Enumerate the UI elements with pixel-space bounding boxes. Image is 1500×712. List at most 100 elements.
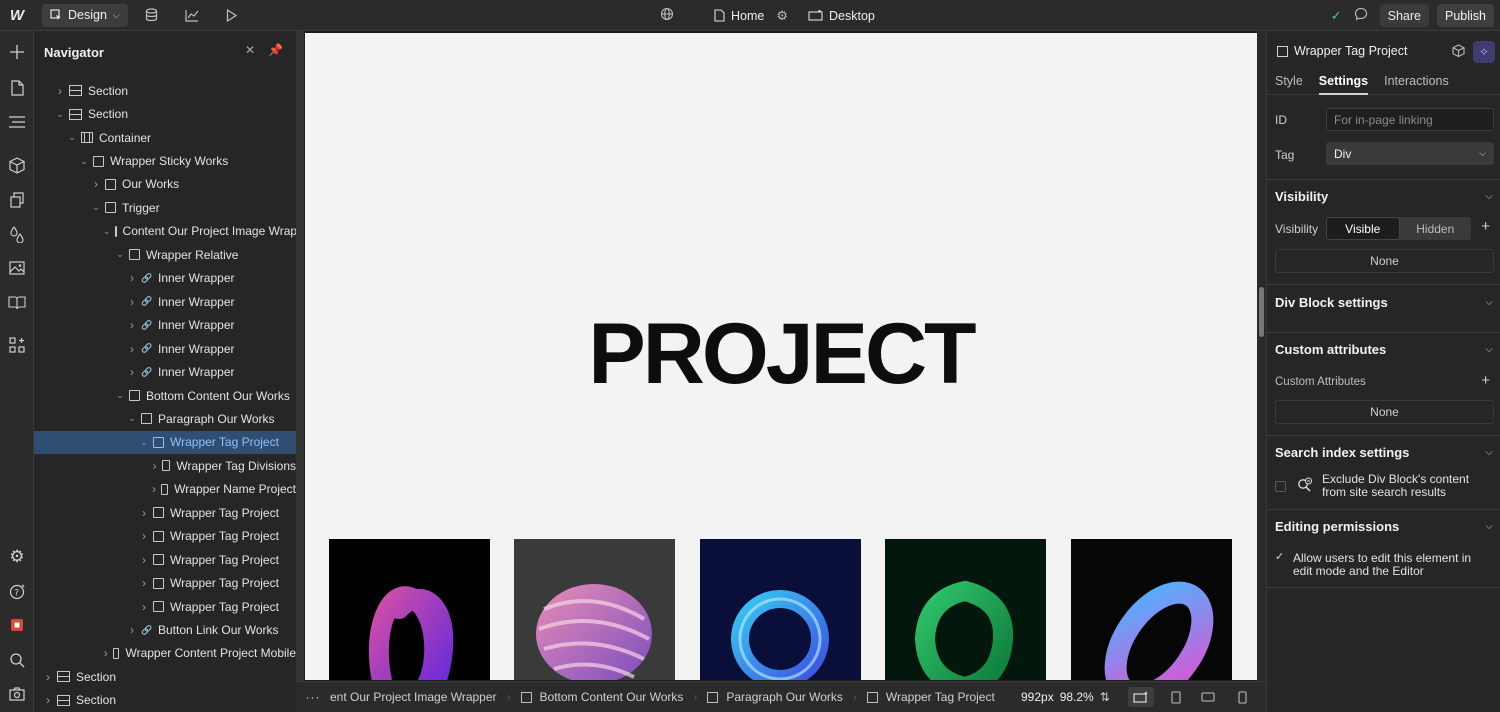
caret-right-icon[interactable]: › xyxy=(139,506,149,520)
visibility-visible-option[interactable]: Visible xyxy=(1326,217,1400,240)
cms-book-icon[interactable] xyxy=(0,288,34,316)
caret-right-icon[interactable]: › xyxy=(55,84,65,98)
navigator-row[interactable]: ⌄ Trigger xyxy=(34,196,296,219)
canvas-size-readout[interactable]: 992px 98.2% ⇅ xyxy=(1021,682,1110,712)
assets-image-icon[interactable] xyxy=(0,254,34,282)
breadcrumb-item[interactable]: ent Our Project Image Wrapper xyxy=(330,690,507,704)
caret-right-icon[interactable]: › xyxy=(139,576,149,590)
navigator-row[interactable]: › 🔗 Button Link Our Works xyxy=(34,618,296,641)
search-index-header[interactable]: Search index settings ⌵ xyxy=(1267,435,1500,469)
apps-grid-icon[interactable] xyxy=(0,331,34,359)
caret-right-icon[interactable]: › xyxy=(127,318,137,332)
navigator-row[interactable]: ⌄ Wrapper Relative xyxy=(34,243,296,266)
navigator-row[interactable]: › Our Works xyxy=(34,173,296,196)
navigator-row[interactable]: › Wrapper Name Project xyxy=(34,478,296,501)
ai-assistant-sparkle-icon[interactable]: ✧ xyxy=(1473,41,1495,63)
caret-right-icon[interactable]: › xyxy=(151,482,157,496)
preview-play-icon[interactable] xyxy=(212,0,252,31)
page-selector[interactable]: Home xyxy=(714,9,764,23)
navigator-row[interactable]: › Section xyxy=(34,665,296,688)
project-card-image[interactable] xyxy=(700,539,861,680)
editing-permissions-header[interactable]: Editing permissions ⌵ xyxy=(1267,509,1500,543)
navigator-icon[interactable] xyxy=(0,108,34,136)
component-cube-icon[interactable] xyxy=(1452,44,1465,60)
caret-down-icon[interactable]: ⌄ xyxy=(55,109,65,120)
caret-right-icon[interactable]: › xyxy=(139,529,149,543)
breadcrumb-item[interactable]: Wrapper Tag Project xyxy=(857,690,1005,704)
navigator-row[interactable]: › Section xyxy=(34,79,296,102)
navigator-row[interactable]: ⌄ Section xyxy=(34,102,296,125)
custom-attributes-box[interactable]: None xyxy=(1275,400,1494,424)
desktop-star-breakpoint-icon[interactable] xyxy=(1128,687,1154,707)
caret-down-icon[interactable]: ⌄ xyxy=(91,202,101,213)
canvas-scroll-thumb[interactable] xyxy=(1259,287,1264,337)
custom-attributes-header[interactable]: Custom attributes ⌵ xyxy=(1267,332,1500,366)
visibility-hidden-option[interactable]: Hidden xyxy=(1400,217,1472,240)
webflow-logo[interactable]: W xyxy=(0,0,34,31)
settings-gear-icon[interactable]: ⚙ xyxy=(0,543,34,571)
navigator-row[interactable]: › Wrapper Tag Project xyxy=(34,525,296,548)
navigator-row[interactable]: › Wrapper Tag Project xyxy=(34,501,296,524)
help-icon[interactable]: ? xyxy=(0,577,34,605)
record-stop-icon[interactable] xyxy=(0,611,34,639)
navigator-row[interactable]: › Wrapper Tag Project xyxy=(34,571,296,594)
caret-right-icon[interactable]: › xyxy=(127,271,137,285)
globe-icon[interactable] xyxy=(660,7,674,24)
caret-right-icon[interactable]: › xyxy=(139,553,149,567)
navigator-row[interactable]: › Section xyxy=(34,689,296,712)
navigator-row[interactable]: › Wrapper Tag Project xyxy=(34,548,296,571)
navigator-row[interactable]: ⌄ Content Our Project Image Wrapper xyxy=(34,220,296,243)
caret-right-icon[interactable]: › xyxy=(127,623,137,637)
comments-icon[interactable] xyxy=(1354,7,1368,24)
add-attribute-plus-icon[interactable]: + xyxy=(1481,372,1490,389)
id-input[interactable]: For in-page linking xyxy=(1326,108,1494,131)
analytics-icon[interactable] xyxy=(172,0,212,31)
navigator-row[interactable]: ⌄ Wrapper Sticky Works xyxy=(34,149,296,172)
navigator-row[interactable]: › 🔗 Inner Wrapper xyxy=(34,267,296,290)
components-icon[interactable] xyxy=(0,151,34,179)
tab-settings[interactable]: Settings xyxy=(1318,74,1369,95)
navigator-row[interactable]: › 🔗 Inner Wrapper xyxy=(34,314,296,337)
navigator-scrollbar[interactable] xyxy=(296,31,304,681)
caret-right-icon[interactable]: › xyxy=(139,600,149,614)
styles-drops-icon[interactable] xyxy=(0,220,34,248)
caret-right-icon[interactable]: › xyxy=(151,459,158,473)
pages-icon[interactable] xyxy=(0,74,34,102)
caret-right-icon[interactable]: › xyxy=(103,646,109,660)
search-zoom-icon[interactable] xyxy=(0,646,34,674)
caret-down-icon[interactable]: ⌄ xyxy=(79,156,89,167)
caret-down-icon[interactable]: ⌄ xyxy=(67,132,77,143)
canvas-scrollbar[interactable] xyxy=(1257,31,1266,681)
project-card-image[interactable] xyxy=(885,539,1046,680)
project-card-image[interactable] xyxy=(329,539,490,680)
visibility-section-header[interactable]: Visibility ⌵ xyxy=(1267,179,1500,213)
caret-right-icon[interactable]: › xyxy=(43,693,53,707)
caret-down-icon[interactable]: ⌄ xyxy=(103,226,111,237)
allow-edit-checkbox[interactable]: ✓ xyxy=(1275,550,1286,563)
page-settings-gear-icon[interactable]: ⚙ xyxy=(776,8,788,24)
breakpoint-selector[interactable]: Desktop xyxy=(808,9,875,23)
project-card-image[interactable] xyxy=(1071,539,1232,680)
navigator-row[interactable]: › 🔗 Inner Wrapper xyxy=(34,290,296,313)
caret-right-icon[interactable]: › xyxy=(91,177,101,191)
tablet-breakpoint-icon[interactable] xyxy=(1163,687,1189,707)
navigator-row[interactable]: ⌄ Container xyxy=(34,126,296,149)
navigator-row[interactable]: › 🔗 Inner Wrapper xyxy=(34,360,296,383)
navigator-row[interactable]: › 🔗 Inner Wrapper xyxy=(34,337,296,360)
add-elements-plus-icon[interactable] xyxy=(0,38,34,66)
caret-right-icon[interactable]: › xyxy=(43,670,53,684)
caret-down-icon[interactable]: ⌄ xyxy=(115,390,125,401)
caret-right-icon[interactable]: › xyxy=(127,342,137,356)
navigator-row[interactable]: ⌄ Wrapper Tag Project xyxy=(34,430,296,455)
navigator-row[interactable]: ⌄ Paragraph Our Works xyxy=(34,407,296,430)
breadcrumb-item[interactable]: Paragraph Our Works xyxy=(697,690,853,704)
add-condition-plus-icon[interactable]: + xyxy=(1481,218,1490,235)
navigator-row[interactable]: ⌄ Bottom Content Our Works xyxy=(34,384,296,407)
share-button[interactable]: Share xyxy=(1379,4,1429,27)
cms-database-icon[interactable] xyxy=(132,0,172,31)
caret-down-icon[interactable]: ⌄ xyxy=(127,413,137,424)
caret-down-icon[interactable]: ⌄ xyxy=(115,249,125,260)
more-ellipsis-icon[interactable]: ··· xyxy=(296,690,330,704)
caret-right-icon[interactable]: › xyxy=(127,295,137,309)
mobile-landscape-breakpoint-icon[interactable] xyxy=(1195,687,1221,707)
